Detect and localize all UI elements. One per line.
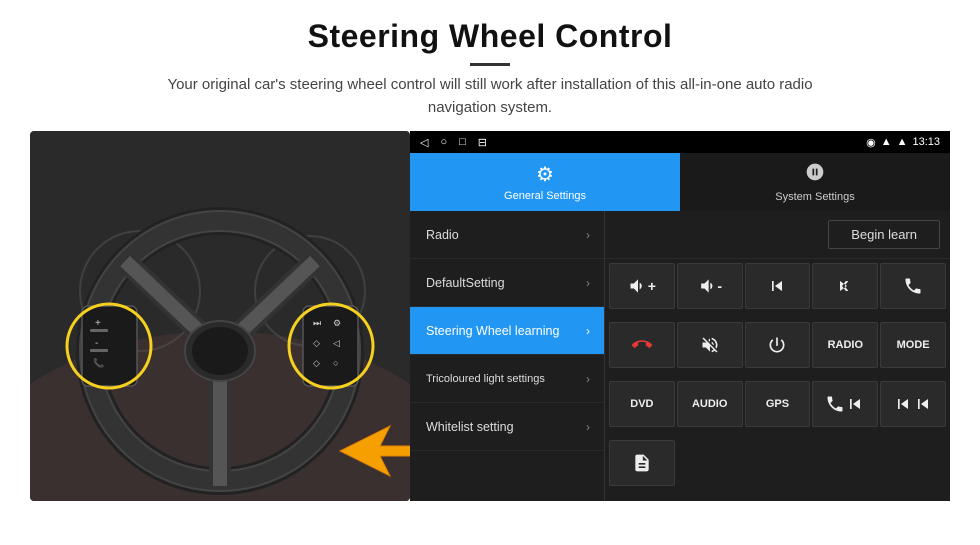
vol-down-button[interactable]: - bbox=[677, 263, 743, 309]
power-button[interactable] bbox=[745, 322, 811, 368]
svg-text:⚙: ⚙ bbox=[333, 318, 341, 328]
signal-icon: ▲ bbox=[897, 136, 908, 148]
control-buttons-grid: + - bbox=[605, 259, 950, 501]
prev-folder-button[interactable] bbox=[880, 381, 946, 427]
svg-text:⏭: ⏭ bbox=[313, 318, 321, 328]
chevron-icon: › bbox=[586, 228, 590, 242]
menu-item-default-setting[interactable]: DefaultSetting › bbox=[410, 259, 604, 307]
menu-item-steering-wheel[interactable]: Steering Wheel learning › bbox=[410, 307, 604, 355]
chevron-icon: › bbox=[586, 420, 590, 434]
gps-button[interactable]: GPS bbox=[745, 381, 811, 427]
menu-item-radio[interactable]: Radio › bbox=[410, 211, 604, 259]
mute-button[interactable] bbox=[677, 322, 743, 368]
svg-text:-: - bbox=[95, 338, 98, 349]
svg-text:+: + bbox=[95, 318, 101, 329]
main-content: + - 📞 ⏭ ◇ ◇ ⚙ ◁ ○ ◁ bbox=[0, 131, 980, 501]
menu-item-whitelist[interactable]: Whitelist setting › bbox=[410, 403, 604, 451]
svg-text:◇: ◇ bbox=[313, 338, 320, 348]
begin-learn-button[interactable]: Begin learn bbox=[828, 220, 940, 249]
page-subtitle: Your original car's steering wheel contr… bbox=[140, 74, 840, 119]
tab-system[interactable]: System Settings bbox=[680, 153, 950, 211]
mode-button[interactable]: MODE bbox=[880, 322, 946, 368]
nav-home-icon[interactable]: ○ bbox=[440, 136, 447, 149]
chevron-icon: › bbox=[586, 324, 590, 338]
left-menu: Radio › DefaultSetting › Steering Wheel … bbox=[410, 211, 605, 501]
svg-text:◇: ◇ bbox=[313, 358, 320, 368]
page-title: Steering Wheel Control bbox=[60, 18, 920, 55]
begin-learn-row: Begin learn bbox=[605, 211, 950, 259]
nav-cast-icon[interactable]: ⊟ bbox=[478, 136, 487, 149]
phone-prev-button[interactable] bbox=[812, 381, 878, 427]
tab-bar: ⚙ General Settings System Settings bbox=[410, 153, 950, 211]
wifi-icon: ▲ bbox=[881, 136, 892, 148]
svg-text:○: ○ bbox=[333, 358, 338, 368]
tab-general[interactable]: ⚙ General Settings bbox=[410, 153, 680, 211]
nav-icons: ◁ ○ □ ⊟ bbox=[420, 136, 487, 149]
system-icon bbox=[805, 162, 825, 188]
title-divider bbox=[470, 63, 510, 66]
svg-text:📞: 📞 bbox=[93, 357, 105, 368]
prev-track-button[interactable] bbox=[745, 263, 811, 309]
next-track-button[interactable] bbox=[812, 263, 878, 309]
hang-up-button[interactable] bbox=[609, 322, 675, 368]
page-header: Steering Wheel Control Your original car… bbox=[0, 0, 980, 131]
nav-recent-icon[interactable]: □ bbox=[459, 136, 466, 149]
phone-answer-button[interactable] bbox=[880, 263, 946, 309]
right-panel: Begin learn + - bbox=[605, 211, 950, 501]
radio-button[interactable]: RADIO bbox=[812, 322, 878, 368]
steering-wheel-image: + - 📞 ⏭ ◇ ◇ ⚙ ◁ ○ bbox=[30, 131, 410, 501]
dvd-button[interactable]: DVD bbox=[609, 381, 675, 427]
android-panel: ◁ ○ □ ⊟ ◉ ▲ ▲ 13:13 ⚙ General Settings bbox=[410, 131, 950, 501]
svg-text:◁: ◁ bbox=[333, 338, 340, 348]
file-button[interactable] bbox=[609, 440, 675, 486]
status-bar: ◁ ○ □ ⊟ ◉ ▲ ▲ 13:13 bbox=[410, 131, 950, 153]
tab-general-label: General Settings bbox=[504, 190, 586, 202]
time-display: 13:13 bbox=[912, 136, 940, 148]
chevron-icon: › bbox=[586, 276, 590, 290]
menu-item-tricoloured[interactable]: Tricoloured light settings › bbox=[410, 355, 604, 403]
tab-system-label: System Settings bbox=[775, 191, 854, 203]
chevron-icon: › bbox=[586, 372, 590, 386]
status-indicators: ◉ ▲ ▲ 13:13 bbox=[866, 136, 940, 149]
audio-button[interactable]: AUDIO bbox=[677, 381, 743, 427]
vol-up-button[interactable]: + bbox=[609, 263, 675, 309]
location-icon: ◉ bbox=[866, 136, 876, 149]
settings-icon: ⚙ bbox=[536, 162, 554, 187]
nav-back-icon[interactable]: ◁ bbox=[420, 136, 428, 149]
settings-content: Radio › DefaultSetting › Steering Wheel … bbox=[410, 211, 950, 501]
